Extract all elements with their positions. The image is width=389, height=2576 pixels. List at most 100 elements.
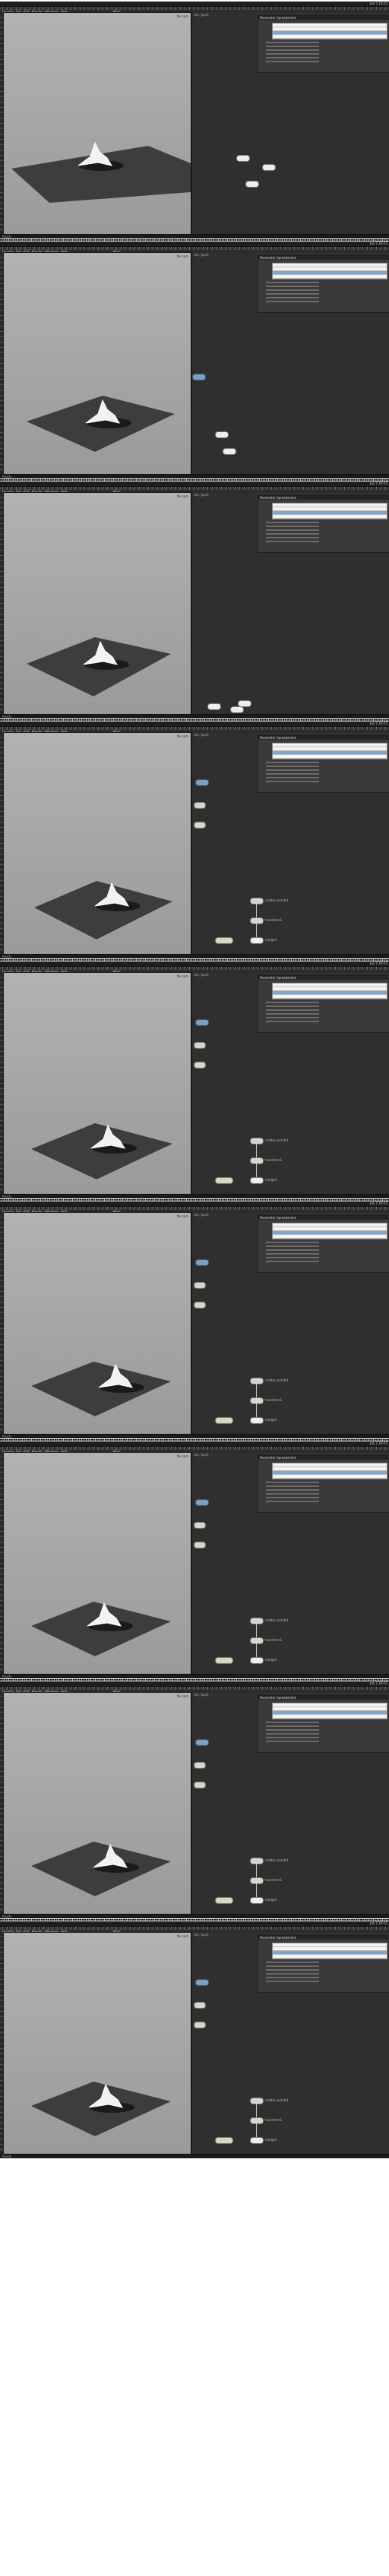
- node-extra[interactable]: [194, 1762, 206, 1769]
- table-row[interactable]: [273, 275, 387, 279]
- node-extra[interactable]: [194, 822, 206, 829]
- parameter-spreadsheet-window[interactable]: Parameter Spreadsheet: [258, 1935, 389, 1993]
- node-n0[interactable]: [195, 779, 209, 786]
- node-scatter_points1[interactable]: [250, 1138, 264, 1144]
- shelf-toolbar[interactable]: [0, 247, 389, 250]
- node-transform1[interactable]: [250, 1877, 264, 1884]
- shelf-toolbar[interactable]: [0, 7, 389, 10]
- parameter-table[interactable]: [272, 263, 387, 279]
- node-transform1[interactable]: [250, 1637, 264, 1644]
- node-merge1[interactable]: [250, 1657, 264, 1664]
- node-merge1[interactable]: [250, 1177, 264, 1184]
- network-editor[interactable]: obj / geo1 Parameter Spreadsheet: [191, 12, 389, 234]
- parameter-spreadsheet-window[interactable]: Parameter Spreadsheet: [258, 15, 389, 73]
- shelf-toolbar[interactable]: [0, 487, 389, 490]
- shelf-toolbar[interactable]: [0, 727, 389, 730]
- parameter-table[interactable]: [272, 1463, 387, 1479]
- network-path[interactable]: obj / geo1: [194, 1453, 209, 1457]
- node-side[interactable]: [215, 1897, 233, 1904]
- network-path[interactable]: obj / geo1: [194, 973, 209, 977]
- shelf-toolbar[interactable]: [0, 1207, 389, 1210]
- network-editor[interactable]: obj / geo1 Parameter Spreadsheet scatter_p…: [191, 732, 389, 954]
- node-n2[interactable]: [245, 181, 259, 188]
- node-scatter_points1[interactable]: [250, 898, 264, 904]
- node-extra[interactable]: [194, 2022, 206, 2028]
- table-row[interactable]: [273, 515, 387, 519]
- parameter-table[interactable]: [272, 1223, 387, 1239]
- node-extra[interactable]: [194, 1522, 206, 1529]
- scene-viewport[interactable]: No cam: [3, 972, 191, 1195]
- network-path[interactable]: obj / geo1: [194, 253, 209, 257]
- node-extra[interactable]: [194, 1542, 206, 1548]
- table-row[interactable]: [273, 755, 387, 759]
- node-side[interactable]: [215, 1177, 233, 1184]
- node-transform1[interactable]: [250, 2117, 264, 2124]
- parameter-spreadsheet-window[interactable]: Parameter Spreadsheet: [258, 495, 389, 553]
- node-n0[interactable]: [195, 1499, 209, 1506]
- scene-viewport[interactable]: No cam: [3, 252, 191, 475]
- node-transform1[interactable]: [250, 1157, 264, 1164]
- node-n0[interactable]: [195, 1739, 209, 1746]
- network-editor[interactable]: obj / geo1 Parameter Spreadsheet scatter_p…: [191, 1932, 389, 2154]
- network-editor[interactable]: obj / geo1 Parameter Spreadsheet scatter_p…: [191, 972, 389, 1194]
- node-extra[interactable]: [194, 1062, 206, 1069]
- node-n0[interactable]: [192, 374, 206, 380]
- parameter-table[interactable]: [272, 1703, 387, 1719]
- network-editor[interactable]: obj / geo1 Parameter Spreadsheet scatter_p…: [191, 1692, 389, 1914]
- node-extra[interactable]: [194, 802, 206, 809]
- parameter-table[interactable]: [272, 503, 387, 519]
- parameter-table[interactable]: [272, 23, 387, 39]
- table-row[interactable]: [273, 1715, 387, 1719]
- node-n0[interactable]: [195, 1019, 209, 1026]
- parameter-spreadsheet-window[interactable]: Parameter Spreadsheet: [258, 255, 389, 313]
- node-scatter_points1[interactable]: [250, 1618, 264, 1624]
- network-editor[interactable]: obj / geo1 Parameter Spreadsheet scatter_p…: [191, 1212, 389, 1434]
- node-merge1[interactable]: [250, 937, 264, 944]
- parameter-spreadsheet-window[interactable]: Parameter Spreadsheet: [258, 1695, 389, 1753]
- node-extra[interactable]: [194, 1042, 206, 1049]
- scene-viewport[interactable]: No cam: [3, 1692, 191, 1915]
- node-n1[interactable]: [262, 164, 276, 171]
- scene-viewport[interactable]: No cam: [3, 1452, 191, 1675]
- shelf-toolbar[interactable]: [0, 1447, 389, 1450]
- table-row[interactable]: [273, 35, 387, 39]
- scene-viewport[interactable]: No cam: [3, 732, 191, 955]
- parameter-table[interactable]: [272, 1943, 387, 1959]
- node-n0[interactable]: [195, 1259, 209, 1266]
- node-scatter_points1[interactable]: [250, 2098, 264, 2104]
- network-path[interactable]: obj / geo1: [194, 733, 209, 737]
- node-n2[interactable]: [223, 448, 236, 455]
- node-n1[interactable]: [215, 431, 229, 438]
- node-side[interactable]: [215, 1417, 233, 1424]
- network-path[interactable]: obj / geo1: [194, 13, 209, 17]
- node-transform1[interactable]: [250, 1397, 264, 1404]
- node-merge1[interactable]: [250, 1897, 264, 1904]
- network-path[interactable]: obj / geo1: [194, 493, 209, 497]
- scene-viewport[interactable]: No cam: [3, 1932, 191, 2155]
- parameter-spreadsheet-window[interactable]: Parameter Spreadsheet: [258, 1455, 389, 1513]
- network-path[interactable]: obj / geo1: [194, 1933, 209, 1937]
- parameter-table[interactable]: [272, 983, 387, 999]
- table-row[interactable]: [273, 1955, 387, 1959]
- node-scatter_points1[interactable]: [250, 1858, 264, 1864]
- node-n0[interactable]: [207, 703, 221, 710]
- parameter-spreadsheet-window[interactable]: Parameter Spreadsheet: [258, 975, 389, 1033]
- node-merge1[interactable]: [250, 2137, 264, 2144]
- shelf-toolbar[interactable]: [0, 1927, 389, 1930]
- network-path[interactable]: obj / geo1: [194, 1693, 209, 1697]
- node-merge1[interactable]: [250, 1417, 264, 1424]
- node-scatter_points1[interactable]: [250, 1378, 264, 1384]
- node-n2[interactable]: [230, 706, 244, 713]
- parameter-spreadsheet-window[interactable]: Parameter Spreadsheet: [258, 1215, 389, 1273]
- network-editor[interactable]: obj / geo1 Parameter Spreadsheet scatter_p…: [191, 1452, 389, 1674]
- shelf-toolbar[interactable]: [0, 1687, 389, 1690]
- scene-viewport[interactable]: No cam: [3, 12, 191, 235]
- scene-viewport[interactable]: No cam: [3, 492, 191, 715]
- node-extra[interactable]: [194, 1282, 206, 1289]
- node-extra[interactable]: [194, 1782, 206, 1788]
- node-side[interactable]: [215, 1657, 233, 1664]
- table-row[interactable]: [273, 1475, 387, 1479]
- node-n0[interactable]: [195, 1979, 209, 1986]
- parameter-spreadsheet-window[interactable]: Parameter Spreadsheet: [258, 735, 389, 793]
- node-extra[interactable]: [194, 1302, 206, 1309]
